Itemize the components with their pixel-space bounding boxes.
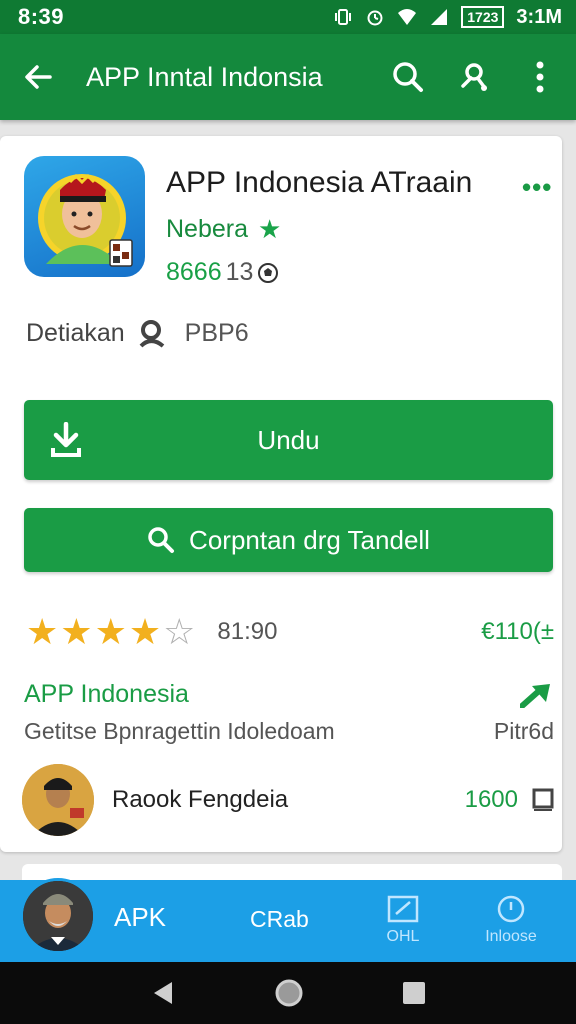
- rating-stars: ★ ★ ★ ★ ☆: [26, 614, 195, 650]
- search-related-button[interactable]: Corpntan drg Tandell: [24, 508, 553, 572]
- download-count-row: 8666 13: [166, 258, 279, 287]
- profile-avatar-image: [23, 881, 93, 951]
- rating-row: ★ ★ ★ ★ ☆ 81:90 €110(±: [26, 610, 554, 654]
- nav-apk-label[interactable]: APK: [114, 902, 166, 933]
- download-count-suffix: 13: [225, 258, 254, 286]
- section-title[interactable]: APP Indonesia: [24, 680, 189, 709]
- wifi-icon: [398, 9, 417, 25]
- developer-row: Nebera ★: [166, 214, 281, 245]
- star-filled-icon: ★: [60, 611, 93, 652]
- status-time: 8:39: [18, 4, 65, 29]
- nav-crab-label[interactable]: CRab: [250, 906, 309, 933]
- ball-icon: [258, 262, 279, 283]
- signal-icon: [431, 9, 448, 25]
- reviewer-name: Raook Fengdeia: [112, 786, 289, 813]
- status-icons: 1723 3:1M: [333, 6, 562, 29]
- app-detail-card: APP Indonesia ATraain ••• Nebera ★ 8666 …: [0, 136, 562, 852]
- vibrate-icon: [335, 9, 352, 25]
- back-button[interactable]: [18, 57, 58, 97]
- reviewer-row[interactable]: Raook Fengdeia 1600: [22, 764, 554, 836]
- app-bar-actions: [390, 59, 558, 95]
- editor-star-icon: ★: [258, 214, 282, 244]
- reviewer-avatar-image: [22, 764, 94, 836]
- share-icon: [461, 63, 487, 91]
- download-button[interactable]: Undu: [24, 400, 553, 480]
- section-description-row: Getitse Bpnragettin Idoledoam Pitr6d: [24, 718, 554, 745]
- search-icon: [148, 527, 175, 553]
- app-logo-icon: [38, 173, 133, 267]
- alarm-icon: [367, 10, 383, 26]
- app-bar: APP Inntal Indonsia: [0, 34, 576, 120]
- rating-value: 81:90: [217, 618, 278, 645]
- detail-row: Detiakan PBP6: [26, 318, 249, 348]
- battery-indicator: 1723: [461, 6, 505, 28]
- download-count: 8666: [166, 258, 222, 286]
- system-recents-icon[interactable]: [400, 979, 428, 1007]
- search-icon: [393, 62, 423, 92]
- detail-label: Detiakan: [26, 318, 125, 347]
- star-filled-icon: ★: [128, 611, 162, 652]
- section-description: Getitse Bpnragettin Idoledoam: [24, 718, 335, 744]
- share-button[interactable]: [456, 59, 492, 95]
- status-bar: 8:39 1723 3:1M: [0, 0, 576, 34]
- card-more-button[interactable]: •••: [522, 172, 552, 203]
- system-home-icon[interactable]: [273, 977, 305, 1009]
- profile-avatar[interactable]: [20, 878, 96, 954]
- more-vert-icon: [536, 61, 544, 93]
- developer-name[interactable]: Nebera: [166, 215, 248, 244]
- info-circle-icon: [497, 895, 525, 923]
- reviewer-avatar: [22, 764, 94, 836]
- user-search-icon: [139, 320, 164, 348]
- document-icon: [532, 788, 554, 811]
- section-side-label: Pitr6d: [493, 718, 554, 744]
- system-navigation-bar: [0, 962, 576, 1024]
- more-options-button[interactable]: [522, 59, 558, 95]
- star-empty-icon: ☆: [163, 611, 196, 652]
- app-name: APP Indonesia ATraain: [166, 166, 473, 199]
- edit-box-icon: [387, 895, 419, 923]
- detail-code: PBP6: [184, 318, 249, 347]
- trending-arrow-icon[interactable]: [520, 682, 552, 708]
- nav-tab-ohl[interactable]: OHL: [368, 894, 438, 946]
- search-button[interactable]: [390, 59, 426, 95]
- rating-count: €110(±: [481, 618, 554, 645]
- download-button-label: Undu: [257, 424, 320, 455]
- app-icon: [24, 156, 145, 277]
- star-filled-icon: ★: [94, 611, 127, 652]
- reviewer-count: 1600: [464, 786, 518, 813]
- back-arrow-icon: [25, 65, 52, 89]
- system-back-icon[interactable]: [148, 978, 178, 1008]
- search-related-label: Corpntan drg Tandell: [189, 524, 430, 555]
- status-right-time: 3:1M: [516, 5, 562, 28]
- nav-tab-inloose-label: Inloose: [485, 928, 537, 945]
- app-bar-title: APP Inntal Indonsia: [86, 61, 323, 92]
- bottom-navigation: APK CRab OHL Inloose: [0, 878, 576, 962]
- star-filled-icon: ★: [26, 611, 59, 652]
- nav-tab-ohl-label: OHL: [386, 928, 420, 945]
- nav-tab-inloose[interactable]: Inloose: [476, 894, 546, 946]
- download-icon: [51, 422, 81, 457]
